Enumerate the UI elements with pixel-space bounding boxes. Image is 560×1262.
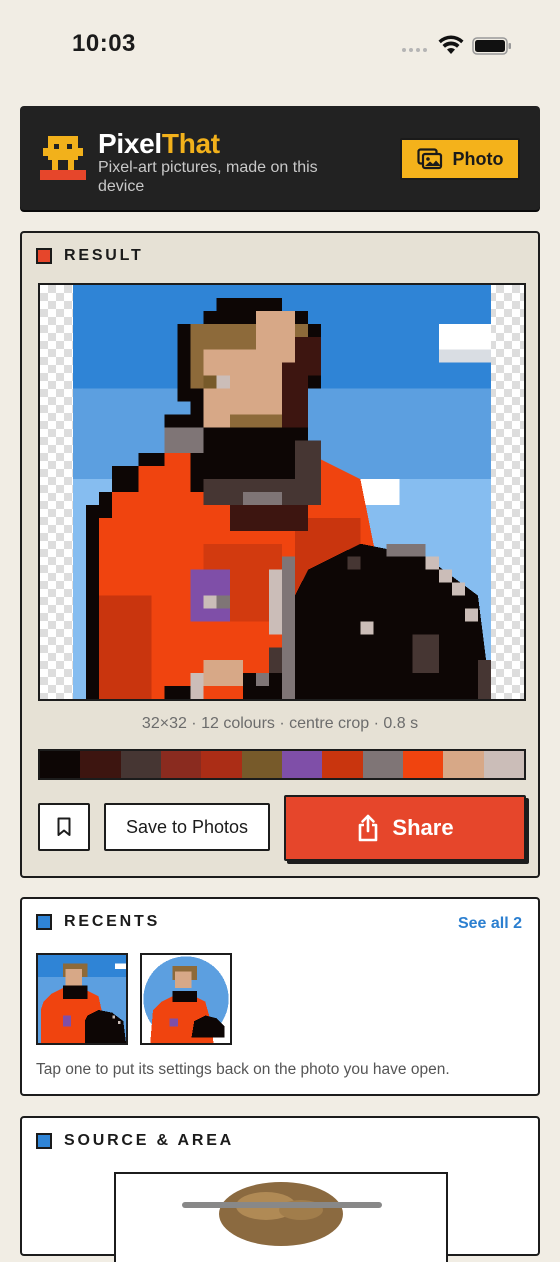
app-logo-icon — [40, 136, 86, 180]
pixel-art-canvas — [38, 283, 526, 701]
palette-swatch — [281, 751, 323, 778]
app-header: PixelThat Pixel-art pictures, made on th… — [20, 106, 540, 210]
recents-list — [36, 953, 232, 1045]
bookmark-button[interactable] — [38, 803, 90, 851]
palette-swatch — [80, 751, 121, 778]
cellular-signal-icon — [402, 48, 427, 52]
palette-swatch — [201, 751, 242, 778]
palette-swatch — [443, 751, 484, 778]
palette-swatch — [120, 751, 161, 778]
share-button[interactable]: Share — [284, 795, 526, 861]
result-meta: 32×32 · 12 colours · centre crop · 0.8 s — [141, 715, 419, 732]
recents-note: Tap one to put its settings back on the … — [36, 1061, 450, 1078]
source-section-header: SOURCE & AREA — [36, 1132, 234, 1150]
recent-thumbnail[interactable] — [140, 953, 232, 1045]
see-all-link[interactable]: See all 2 — [458, 915, 522, 933]
app-title: PixelThat — [98, 128, 220, 160]
photo-icon — [416, 148, 442, 170]
source-area-card: SOURCE & AREA — [20, 1116, 540, 1262]
photo-button[interactable]: Photo — [400, 138, 520, 180]
recents-marker-icon — [36, 914, 52, 930]
recents-section-label: RECENTS — [64, 913, 161, 930]
bookmark-icon — [57, 817, 71, 836]
result-actions: Save to Photos Share — [38, 795, 526, 861]
source-photo-image — [182, 1182, 382, 1246]
result-marker-icon — [36, 248, 52, 264]
app-title-part2: That — [161, 128, 220, 159]
source-photo-preview[interactable] — [114, 1172, 448, 1262]
palette-swatch — [362, 751, 403, 778]
result-section-header: RESULT — [36, 247, 144, 265]
recent-thumbnail-image — [38, 955, 126, 1043]
palette-swatch — [241, 751, 282, 778]
battery-icon — [472, 37, 511, 55]
recents-card: RECENTS See all 2 Tap one to put its set… — [20, 897, 540, 1096]
result-section-label: RESULT — [64, 247, 144, 264]
status-bar: 10:03 — [0, 0, 560, 90]
app-title-part1: Pixel — [98, 128, 162, 159]
source-section-label: SOURCE & AREA — [64, 1132, 235, 1149]
pixel-art-image — [73, 285, 491, 699]
recent-thumbnail-image — [142, 955, 230, 1043]
source-marker-icon — [36, 1133, 52, 1149]
recent-thumbnail[interactable] — [36, 953, 128, 1045]
palette-swatch — [483, 751, 524, 778]
share-button-label: Share — [392, 815, 454, 840]
wifi-icon — [438, 35, 464, 54]
recents-section-header: RECENTS — [36, 913, 160, 931]
result-card: RESULT 32×32 · 12 colours · centre crop … — [20, 231, 540, 878]
save-to-photos-button[interactable]: Save to Photos — [104, 803, 270, 851]
palette-swatch — [402, 751, 444, 778]
app-subtitle: Pixel-art pictures, made on this device — [98, 159, 318, 195]
share-icon — [359, 814, 378, 842]
photo-button-label: Photo — [452, 148, 504, 169]
status-time: 10:03 — [72, 30, 136, 57]
palette-swatch — [160, 751, 202, 778]
colour-palette — [38, 749, 526, 780]
palette-swatch — [322, 751, 363, 778]
palette-swatch — [40, 751, 81, 778]
